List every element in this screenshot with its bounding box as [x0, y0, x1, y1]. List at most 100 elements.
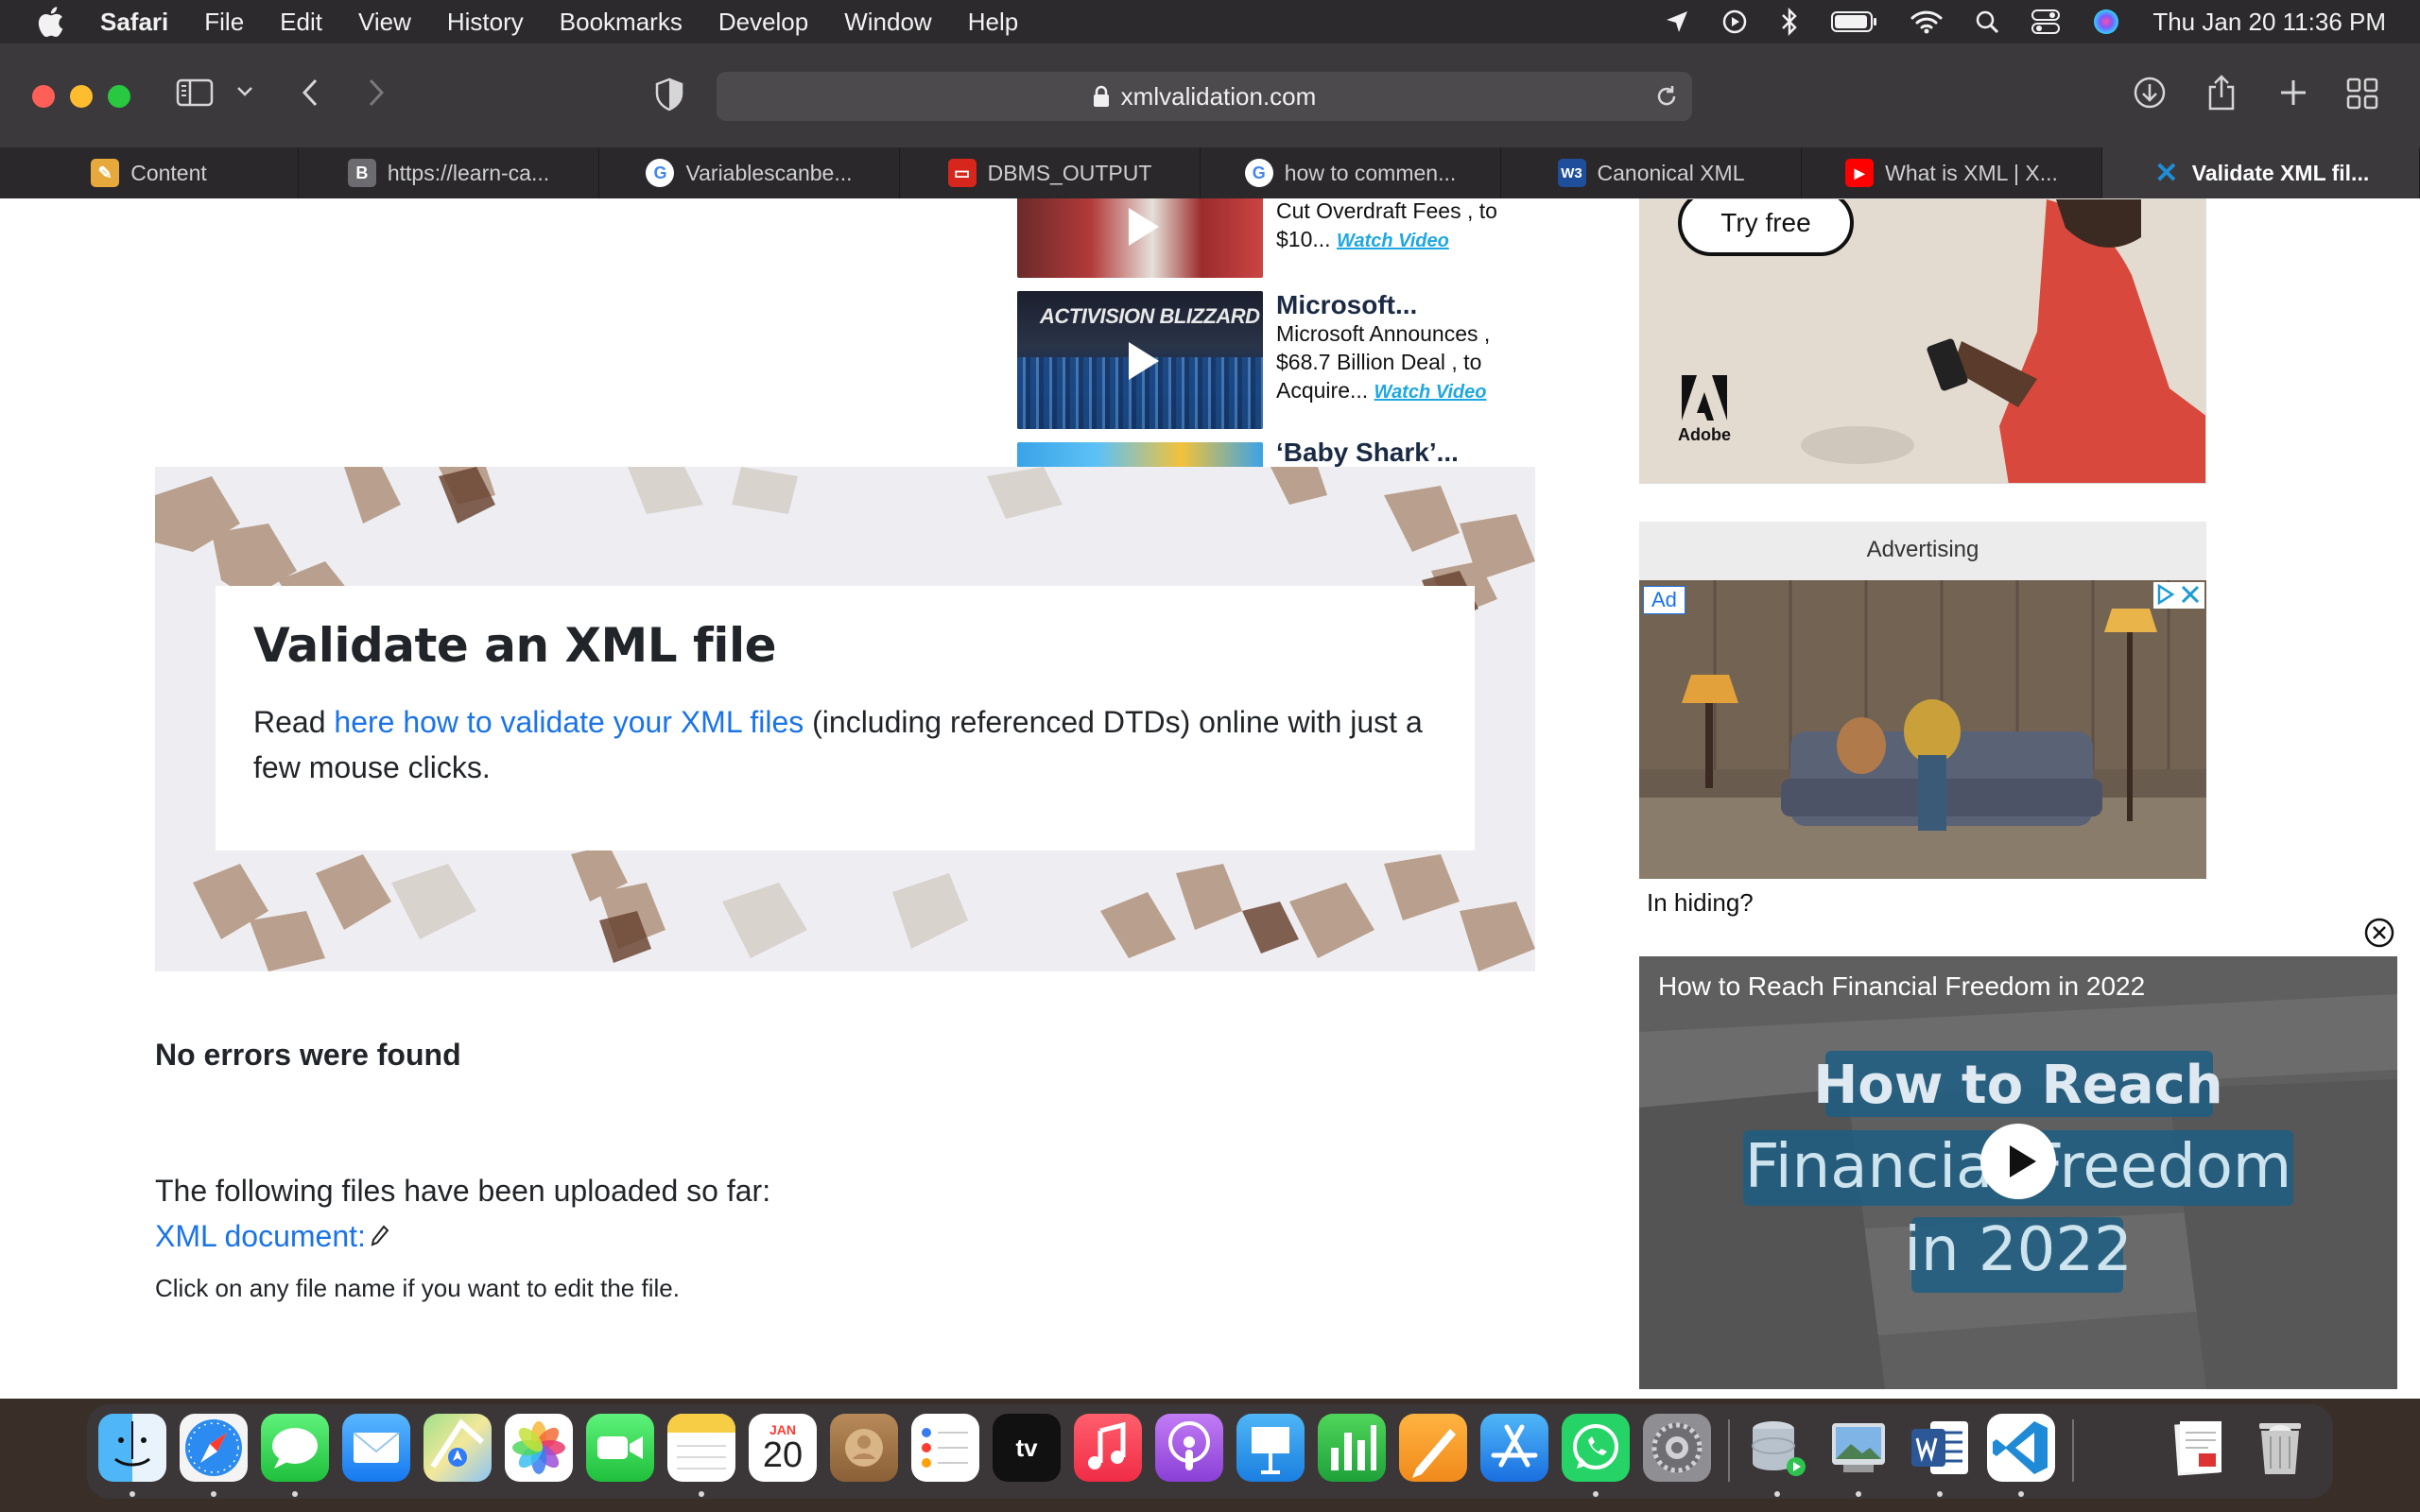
- news-thumbnail[interactable]: [1017, 442, 1263, 469]
- tab-overview-icon[interactable]: [2346, 77, 2378, 110]
- news-thumbnail[interactable]: ACTIVISION BLIZZARD: [1017, 291, 1263, 429]
- notes-icon[interactable]: [667, 1414, 735, 1482]
- tab-label: Content: [130, 160, 207, 185]
- calendar-icon[interactable]: JAN 20: [749, 1414, 817, 1482]
- advertisement-image[interactable]: Ad: [1639, 580, 2206, 879]
- menu-view[interactable]: View: [358, 8, 411, 37]
- minimize-window-button[interactable]: [70, 85, 93, 108]
- ad-choices-icon[interactable]: [2153, 582, 2178, 607]
- trash-icon[interactable]: [2246, 1414, 2314, 1482]
- messages-icon[interactable]: [261, 1414, 329, 1482]
- menu-clock[interactable]: Thu Jan 20 11:36 PM: [2152, 8, 2386, 37]
- ad-choices[interactable]: [2153, 582, 2204, 609]
- google-icon: G: [1244, 159, 1273, 187]
- address-bar[interactable]: xmlvalidation.com: [717, 72, 1692, 121]
- safari-icon[interactable]: [180, 1414, 248, 1482]
- system-preferences-icon[interactable]: [1643, 1414, 1711, 1482]
- menu-file[interactable]: File: [204, 8, 244, 37]
- reload-icon[interactable]: [1654, 84, 1679, 109]
- forward-icon[interactable]: [365, 77, 388, 108]
- close-ad-icon[interactable]: [2178, 582, 2203, 607]
- menu-app-safari[interactable]: Safari: [100, 8, 168, 37]
- tab-content[interactable]: ✎ Content: [0, 147, 299, 198]
- video-player[interactable]: How to Reach Financial Freedom in 2022 H…: [1639, 956, 2397, 1389]
- podcasts-icon[interactable]: [1155, 1414, 1223, 1482]
- hero-text-before: Read: [253, 705, 335, 739]
- documents-stack-icon[interactable]: [2165, 1414, 2233, 1482]
- bluetooth-icon[interactable]: [1780, 8, 1799, 36]
- contacts-icon[interactable]: [830, 1414, 898, 1482]
- url-text: xmlvalidation.com: [1120, 81, 1317, 111]
- apple-tv-icon[interactable]: tv: [993, 1414, 1061, 1482]
- watch-video-link[interactable]: Watch Video: [1374, 382, 1487, 403]
- downloads-icon[interactable]: [2133, 76, 2167, 110]
- video-title: How to Reach Financial Freedom in 2022: [1658, 971, 2146, 1001]
- finder-icon[interactable]: [98, 1414, 166, 1482]
- keynote-icon[interactable]: [1236, 1414, 1305, 1482]
- apple-menu-icon[interactable]: [36, 6, 64, 38]
- news-item[interactable]: Cut Overdraft Fees , to $10... Watch Vid…: [1017, 198, 1509, 287]
- wifi-icon[interactable]: [1910, 9, 1943, 34]
- image-preview-icon[interactable]: [1824, 1414, 1893, 1482]
- sidebar-toggle-icon[interactable]: [176, 77, 214, 108]
- zoom-window-button[interactable]: [108, 85, 130, 108]
- privacy-shield-icon[interactable]: [654, 77, 684, 112]
- news-item[interactable]: ACTIVISION BLIZZARD Microsoft... Microso…: [1017, 291, 1509, 429]
- menu-history[interactable]: History: [447, 8, 524, 37]
- tab-what-is-xml[interactable]: ▶ What is XML | X...: [1802, 147, 2102, 198]
- video-headline-line3: in 2022: [1904, 1215, 2133, 1285]
- try-free-button[interactable]: Try free: [1678, 199, 1854, 256]
- menu-develop[interactable]: Develop: [718, 8, 808, 37]
- new-tab-icon[interactable]: [2278, 77, 2308, 108]
- tab-variables[interactable]: G Variablescanbe...: [599, 147, 900, 198]
- whatsapp-icon[interactable]: [1562, 1414, 1630, 1482]
- watch-video-link[interactable]: Watch Video: [1337, 231, 1449, 251]
- numbers-icon[interactable]: [1318, 1414, 1386, 1482]
- file-link-text[interactable]: XML document:: [155, 1219, 366, 1254]
- xml-document-file-link[interactable]: XML document:: [155, 1219, 390, 1254]
- spotlight-search-icon[interactable]: [1975, 9, 1999, 34]
- how-to-validate-link[interactable]: here how to validate your XML files: [334, 705, 804, 739]
- battery-icon[interactable]: [1831, 10, 1878, 33]
- control-center-icon[interactable]: [2031, 9, 2061, 35]
- maps-icon[interactable]: [424, 1414, 492, 1482]
- news-thumbnail[interactable]: [1017, 198, 1263, 278]
- photos-icon[interactable]: [505, 1414, 573, 1482]
- location-icon[interactable]: [1665, 9, 1689, 34]
- tab-learn-canvas[interactable]: B https://learn-ca...: [299, 147, 599, 198]
- play-icon[interactable]: [1112, 198, 1168, 255]
- facetime-icon[interactable]: [586, 1414, 654, 1482]
- chevron-down-icon[interactable]: [236, 85, 253, 98]
- menu-edit[interactable]: Edit: [280, 8, 322, 37]
- music-icon[interactable]: [1074, 1414, 1142, 1482]
- edit-pencil-icon[interactable]: [370, 1224, 390, 1250]
- play-icon[interactable]: [1979, 1123, 2057, 1200]
- close-video-icon[interactable]: [2363, 917, 2395, 949]
- ad-caption[interactable]: In hiding?: [1647, 888, 1754, 918]
- tab-validate-xml[interactable]: ✕ Validate XML fil...: [2102, 147, 2420, 198]
- pages-icon[interactable]: [1399, 1414, 1467, 1482]
- tab-label: Validate XML fil...: [2191, 160, 2370, 185]
- database-app-icon[interactable]: [1743, 1414, 1811, 1482]
- menu-help[interactable]: Help: [968, 8, 1018, 37]
- play-icon[interactable]: [1112, 333, 1168, 389]
- menu-window[interactable]: Window: [844, 8, 931, 37]
- vscode-icon[interactable]: [1987, 1414, 2055, 1482]
- news-item[interactable]: ‘Baby Shark’...: [1017, 438, 1509, 469]
- close-window-button[interactable]: [32, 85, 55, 108]
- news-title[interactable]: ‘Baby Shark’...: [1276, 438, 1522, 467]
- siri-icon[interactable]: [2092, 8, 2120, 36]
- mail-icon[interactable]: [342, 1414, 410, 1482]
- app-store-icon[interactable]: [1480, 1414, 1548, 1482]
- reminders-icon[interactable]: [911, 1414, 979, 1482]
- tab-dbms-output[interactable]: ▭ DBMS_OUTPUT: [900, 147, 1201, 198]
- tab-canonical-xml[interactable]: W3 Canonical XML: [1501, 147, 1802, 198]
- share-icon[interactable]: [2206, 74, 2237, 112]
- adobe-ad[interactable]: Try free Adobe: [1639, 198, 2206, 484]
- news-title[interactable]: Microsoft...: [1276, 291, 1522, 319]
- menu-bookmarks[interactable]: Bookmarks: [560, 8, 683, 37]
- back-icon[interactable]: [299, 77, 321, 108]
- screen-record-icon[interactable]: [1721, 9, 1748, 35]
- tab-how-to-comment[interactable]: G how to commen...: [1201, 147, 1501, 198]
- microsoft-word-icon[interactable]: [1906, 1414, 1974, 1482]
